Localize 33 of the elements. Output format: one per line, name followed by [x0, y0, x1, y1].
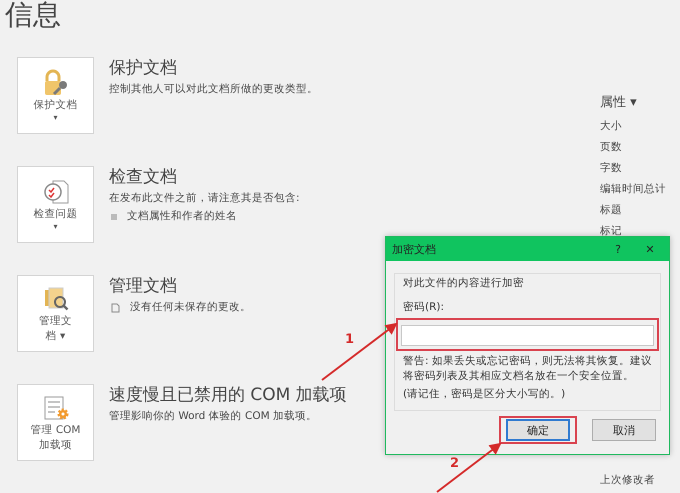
annotation-number: 2 [450, 456, 460, 471]
property-label: 编辑时间总计 [600, 182, 667, 197]
help-button[interactable]: ? [605, 242, 631, 256]
section-description: 管理影响你的 Word 体验的 COM 加载项。 [109, 409, 318, 424]
section-button[interactable]: 保护文档 ▾ [17, 57, 94, 134]
property-label: 字数 [600, 161, 623, 176]
section-button[interactable]: 管理 COM 加载项 [17, 384, 94, 462]
property-label: 大小 [600, 119, 623, 134]
section-heading: 保护文档 [109, 57, 178, 80]
field-label: 密码(R): [403, 300, 446, 315]
close-button[interactable]: ✕ [637, 242, 663, 256]
properties-heading[interactable]: 属性 ▾ [600, 92, 680, 114]
property-label: 页数 [600, 140, 623, 155]
section-description: 在发布此文件之前，请注意其是否包含: [109, 191, 300, 206]
section-heading: 检查文档 [109, 166, 178, 188]
property-label: 标题 [600, 203, 623, 218]
dialog-title: 加密文档 [392, 242, 437, 256]
section-heading: 速度慢且已禁用的 COM 加载项 [109, 384, 347, 406]
warning-text: 警告: 如果丢失或忘记密码，则无法将其恢复。建议将密码列表及其相应文档名放在一个安全位置。 [403, 354, 652, 384]
reminder-text: (请记住，密码是区分大小写的。) [403, 386, 566, 402]
dialog-button[interactable]: 取消 [592, 419, 656, 441]
section-button[interactable]: 检查问题 ▾ [17, 166, 94, 244]
bullet-text: 文档属性和作者的姓名 [127, 209, 237, 224]
dialog-button[interactable]: 确定 [506, 419, 570, 441]
section-heading: 管理文档 [109, 275, 178, 298]
page-title: 信息 [5, 0, 62, 33]
section-button[interactable]: 管理文 档 ▾ [17, 275, 94, 352]
annotation-number: 1 [345, 332, 354, 347]
group-caption: 对此文件的内容进行加密 [403, 276, 525, 291]
property-label: 上次修改者 [600, 473, 656, 488]
section-note: 没有任何未保存的更改。 [130, 300, 251, 316]
property-label: 标记 [600, 224, 623, 239]
section-description: 控制其他人可以对此文档所做的更改类型。 [109, 82, 318, 98]
